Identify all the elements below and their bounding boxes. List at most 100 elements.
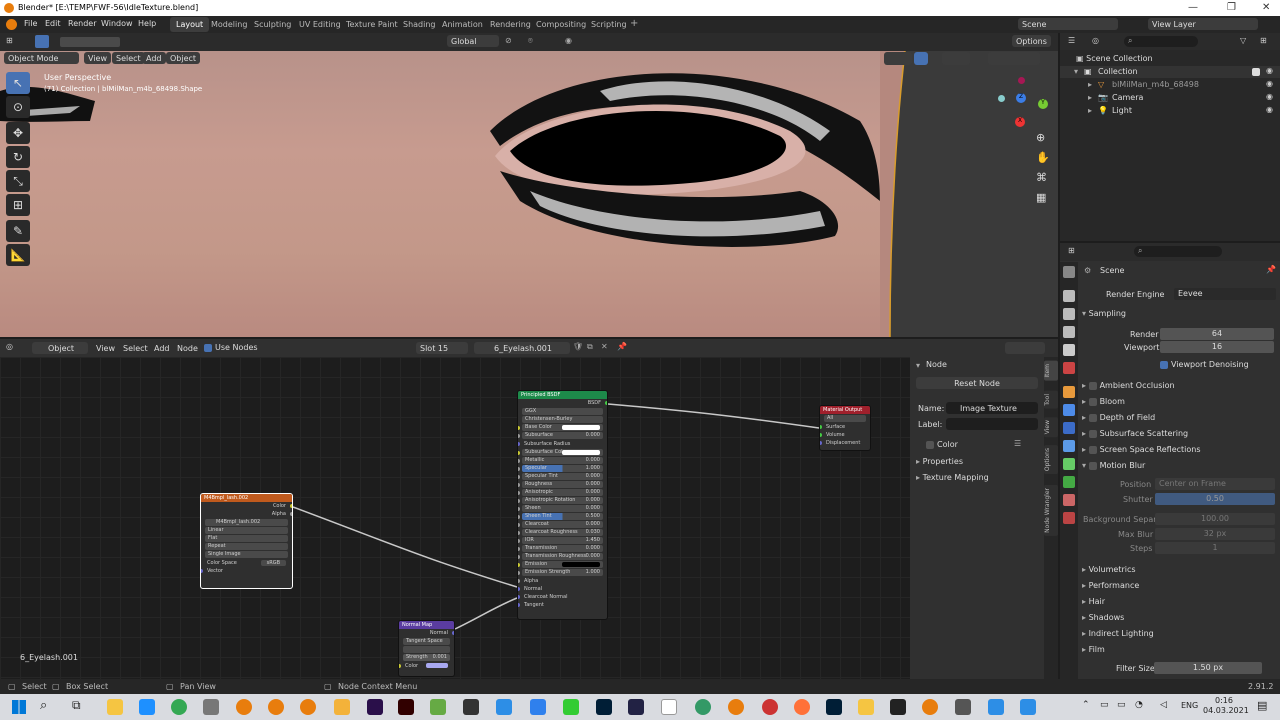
rotate-tool-icon[interactable]: ↻ [6, 146, 30, 168]
illustrator-icon[interactable] [398, 699, 414, 715]
node-overlay-buttons[interactable] [1005, 342, 1045, 354]
app-g-icon[interactable] [661, 699, 677, 715]
display-mode-icon[interactable]: ◎ [1092, 36, 1099, 45]
render-tab-icon[interactable] [1063, 290, 1075, 302]
close-icon[interactable]: ✕ [1262, 2, 1270, 13]
outliner-scene-collection[interactable]: ▣ Scene Collection [1076, 54, 1153, 63]
tab-rendering[interactable]: Rendering [484, 17, 537, 32]
visibility-eye-icon[interactable]: ◉ [1266, 66, 1273, 75]
normal-color-swatch[interactable] [426, 663, 448, 668]
photoshop-icon[interactable] [596, 699, 612, 715]
object-tab-icon[interactable] [1063, 386, 1075, 398]
tab-shading[interactable]: Shading [397, 17, 442, 32]
vector-input-socket[interactable] [201, 569, 203, 573]
transform-orientation[interactable]: Global [447, 35, 499, 47]
tab-animation[interactable]: Animation [436, 17, 489, 32]
navigation-gizmo[interactable]: Z Y X [992, 77, 1048, 137]
outliner-row[interactable]: ▸ 💡 Light ◉ [1060, 105, 1280, 117]
principled-input-socket[interactable] [518, 507, 520, 511]
alpha-output-socket[interactable] [290, 512, 292, 516]
add-workspace-icon[interactable]: + [630, 18, 638, 29]
principled-input-socket[interactable] [518, 459, 520, 463]
color-space-dropdown[interactable]: sRGB [260, 560, 286, 566]
node-menu-add[interactable]: Add [154, 344, 170, 353]
properties-section[interactable]: ▸ Properties [916, 457, 963, 466]
principled-input-socket[interactable] [518, 555, 520, 559]
particles-tab-icon[interactable] [1063, 422, 1075, 434]
principled-input-row[interactable]: Subsurface Color [518, 449, 603, 456]
viewport-menu-select[interactable]: Select [112, 52, 145, 64]
tab-item[interactable]: Item [1044, 361, 1058, 381]
properties-section[interactable]: ▸ Screen Space Reflections [1082, 445, 1201, 454]
select-mode-buttons[interactable] [60, 37, 120, 47]
node-menu-view[interactable]: View [96, 344, 115, 353]
principled-input-socket[interactable] [518, 499, 520, 503]
notifications-icon[interactable]: ▤ [1257, 699, 1267, 712]
volume-input-socket[interactable] [820, 433, 822, 437]
principled-input-row[interactable]: Anisotropic Rotation 0.000 [518, 497, 603, 504]
use-nodes-toggle[interactable]: Use Nodes [204, 343, 258, 352]
clock-time[interactable]: 0:16 [1215, 696, 1233, 705]
principled-input-socket[interactable] [518, 426, 520, 430]
use-nodes-checkbox[interactable] [204, 343, 212, 352]
world-tab-icon[interactable] [1063, 362, 1075, 374]
editor-type-icon[interactable]: ⊞ [6, 36, 13, 45]
app-dark-icon[interactable] [463, 699, 479, 715]
minimize-icon[interactable]: — [1188, 2, 1198, 13]
section-checkbox[interactable] [1088, 413, 1097, 422]
image-texture-node[interactable]: M4Bmpl_lash.002 Color Alpha M4Bmpl_lash.… [200, 493, 293, 589]
section-expand-icon[interactable]: ▸ [1082, 429, 1089, 438]
output-target-dropdown[interactable]: All [824, 415, 866, 422]
tab-sculpting[interactable]: Sculpting [248, 17, 297, 32]
section-expand-icon[interactable]: ▸ [1082, 413, 1089, 422]
principled-input-socket[interactable] [518, 595, 520, 599]
menu-render[interactable]: Render [68, 19, 96, 28]
strength-field[interactable]: Strength 0.001 [403, 654, 450, 661]
overlay-toggle-icon[interactable] [942, 52, 970, 65]
menu-window[interactable]: Window [101, 19, 133, 28]
properties-section[interactable]: ▸ Volumetrics [1082, 565, 1136, 574]
unlink-material-icon[interactable]: ✕ [601, 342, 608, 351]
gizmo-neg-z[interactable] [1018, 77, 1025, 84]
material-selector[interactable]: 6_Eyelash.001 [474, 342, 570, 354]
gizmo-y[interactable]: Y [1038, 99, 1048, 109]
surface-input-socket[interactable] [820, 425, 822, 429]
image-texture-title[interactable]: M4Bmpl_lash.002 [201, 494, 292, 502]
expand-icon[interactable]: ▸ [1088, 106, 1092, 115]
volume-icon[interactable]: ◁ [1160, 700, 1167, 710]
panel-collapse-icon[interactable]: ▾ [916, 361, 920, 370]
physics-tab-icon[interactable] [1063, 440, 1075, 452]
material-output-node[interactable]: Material Output All Surface Volume Displ… [819, 405, 871, 451]
3d-viewport[interactable]: User Perspective (71) Collection | blMil… [0, 51, 1058, 337]
uv-map-field[interactable] [403, 646, 450, 653]
ortho-grid-icon[interactable]: ▦ [1036, 191, 1046, 204]
sampling-section[interactable]: ▾ Sampling [1082, 309, 1126, 318]
tab-scripting[interactable]: Scripting [585, 17, 633, 32]
outliner-row[interactable]: ▸ 📷 Camera ◉ [1060, 92, 1280, 104]
app-gray-icon[interactable] [955, 699, 971, 715]
menu-help[interactable]: Help [138, 19, 156, 28]
extension-dropdown[interactable]: Repeat [205, 543, 288, 550]
principled-input-row[interactable]: Sheen Tint 0.500 [518, 513, 603, 520]
principled-input-socket[interactable] [518, 603, 520, 607]
app-blue-icon[interactable] [496, 699, 512, 715]
principled-input-row[interactable]: Specular 1.000 [518, 465, 603, 472]
normal-output-socket[interactable] [452, 631, 454, 635]
visibility-eye-icon[interactable]: ◉ [1266, 92, 1273, 101]
cursor-tool-icon[interactable]: ⊙ [6, 96, 30, 118]
blender-icon[interactable] [236, 699, 252, 715]
interpolation-dropdown[interactable]: Linear [205, 527, 288, 534]
visibility-eye-icon[interactable]: ◉ [1266, 79, 1273, 88]
modifier-tab-icon[interactable] [1063, 404, 1075, 416]
principled-input-socket[interactable] [518, 579, 520, 583]
subsurface-method-dropdown[interactable]: Christensen-Burley [522, 416, 603, 423]
principled-input-row[interactable]: Subsurface 0.000 [518, 432, 603, 439]
maximize-icon[interactable]: ❐ [1227, 2, 1236, 13]
properties-section[interactable]: ▸ Bloom [1082, 397, 1125, 406]
viewport-menu-add[interactable]: Add [142, 52, 166, 64]
node-label-input[interactable] [946, 418, 1038, 430]
scene-selector[interactable]: Scene [1018, 18, 1118, 30]
tool-tab-icon[interactable] [1063, 266, 1075, 278]
app-shield-icon[interactable] [628, 699, 644, 715]
properties-section[interactable]: ▸ Ambient Occlusion [1082, 381, 1175, 390]
